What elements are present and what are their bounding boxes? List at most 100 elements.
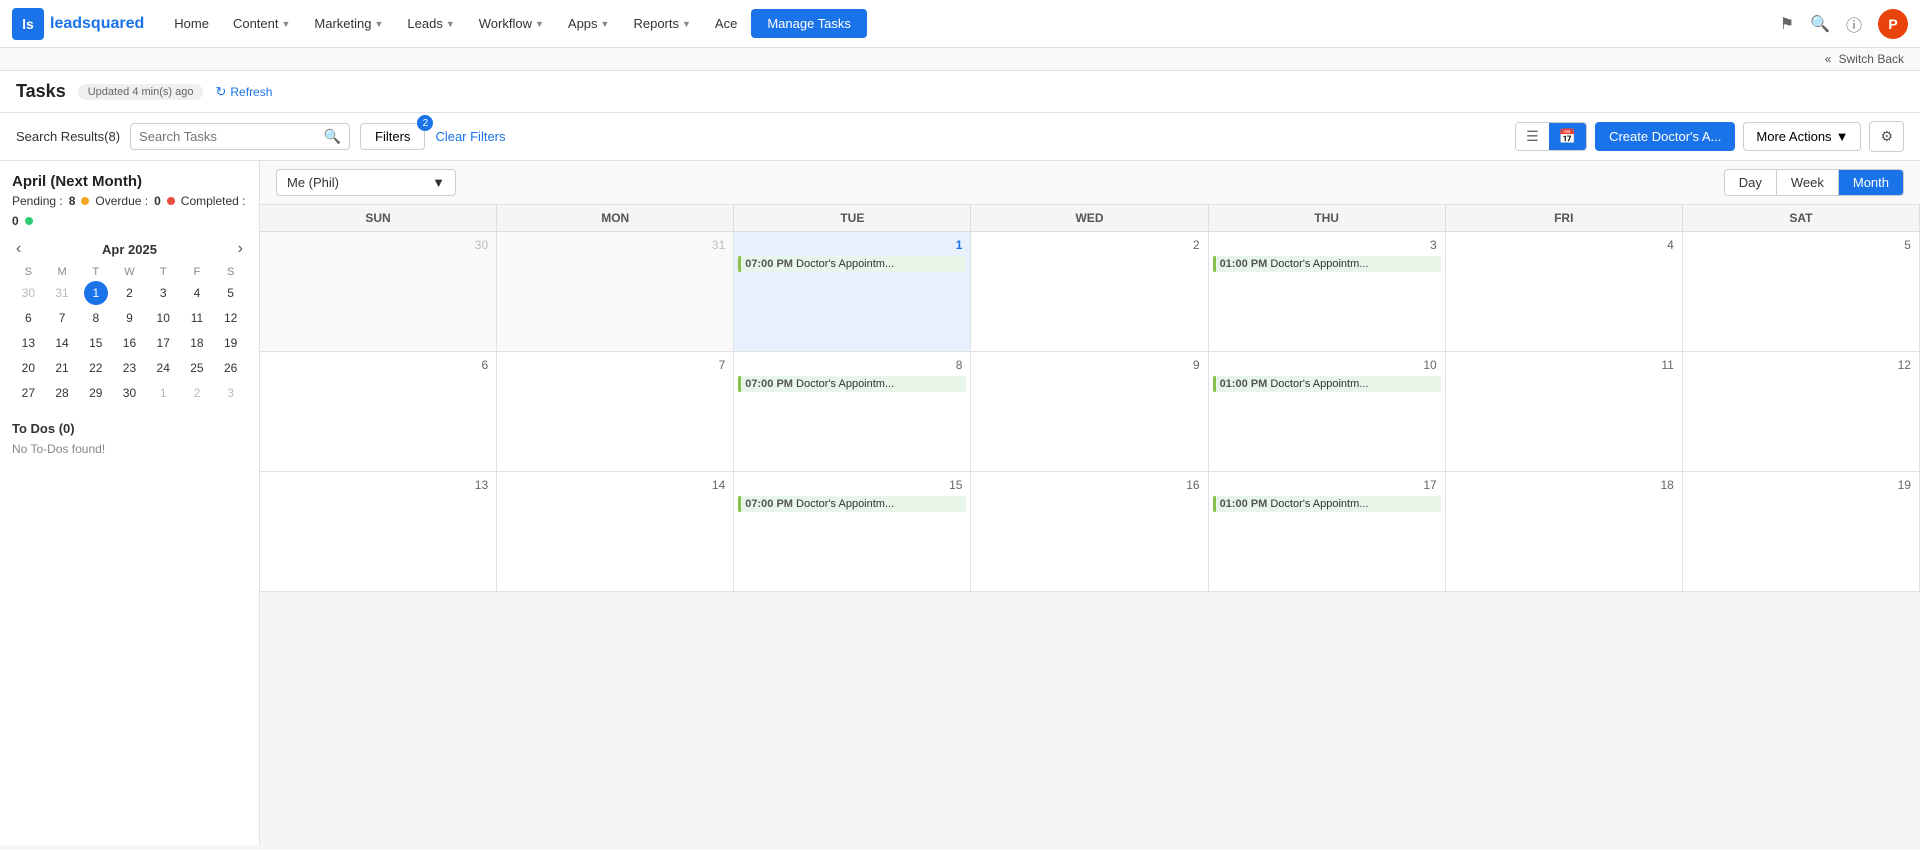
mini-cal-day[interactable]: 21: [50, 356, 74, 380]
mini-cal-day[interactable]: 10: [151, 306, 175, 330]
user-avatar[interactable]: P: [1878, 9, 1908, 39]
cal-cell[interactable]: 2: [971, 232, 1208, 352]
cal-cell[interactable]: 5: [1683, 232, 1920, 352]
cal-cell[interactable]: 19: [1683, 472, 1920, 592]
mini-cal-prev[interactable]: ‹: [12, 240, 25, 258]
mini-cal-dow-5: F: [181, 264, 214, 280]
mini-cal-day[interactable]: 24: [151, 356, 175, 380]
mini-cal-day[interactable]: 20: [16, 356, 40, 380]
mini-cal-day[interactable]: 16: [117, 331, 141, 355]
switch-back-arrow: «: [1825, 52, 1832, 66]
view-mode-toggle: Day Week Month: [1724, 169, 1904, 196]
event-title: Doctor's Appointm...: [796, 378, 894, 390]
left-panel: April (Next Month) Pending : 8 Overdue :…: [0, 161, 260, 845]
cal-cell[interactable]: 4: [1446, 232, 1683, 352]
manage-tasks-button[interactable]: Manage Tasks: [751, 9, 867, 38]
cal-cell[interactable]: 6: [260, 352, 497, 472]
clear-filters-link[interactable]: Clear Filters: [435, 129, 505, 144]
assignee-select[interactable]: Me (Phil) ▼: [276, 169, 456, 196]
list-view-button[interactable]: ☰: [1516, 123, 1549, 150]
calendar-event[interactable]: 01:00 PM Doctor's Appointm...: [1213, 496, 1441, 512]
nav-home[interactable]: Home: [164, 10, 219, 37]
nav-leads[interactable]: Leads▼: [397, 10, 464, 37]
mini-cal-day[interactable]: 17: [151, 331, 175, 355]
mini-cal-day[interactable]: 26: [219, 356, 243, 380]
cal-cell[interactable]: 1507:00 PM Doctor's Appointm...: [734, 472, 971, 592]
calendar-event[interactable]: 01:00 PM Doctor's Appointm...: [1213, 376, 1441, 392]
mini-cal-day[interactable]: 12: [219, 306, 243, 330]
mini-cal-day[interactable]: 11: [185, 306, 209, 330]
cal-cell[interactable]: 107:00 PM Doctor's Appointm...: [734, 232, 971, 352]
day-view-button[interactable]: Day: [1725, 170, 1777, 195]
mini-cal-day[interactable]: 14: [50, 331, 74, 355]
search-icon[interactable]: 🔍: [1810, 14, 1830, 34]
nav-content[interactable]: Content▼: [223, 10, 300, 37]
bookmark-icon[interactable]: ⚑: [1780, 14, 1794, 34]
logo-area[interactable]: ls leadsquared: [12, 8, 144, 40]
more-actions-button[interactable]: More Actions ▼: [1743, 122, 1861, 151]
nav-reports[interactable]: Reports▼: [623, 10, 700, 37]
cal-cell[interactable]: 12: [1683, 352, 1920, 472]
mini-cal-day[interactable]: 25: [185, 356, 209, 380]
mini-cal-day[interactable]: 23: [117, 356, 141, 380]
cal-cell[interactable]: 807:00 PM Doctor's Appointm...: [734, 352, 971, 472]
mini-cal-day[interactable]: 1: [84, 281, 108, 305]
cal-cell[interactable]: 14: [497, 472, 734, 592]
cal-cell[interactable]: 31: [497, 232, 734, 352]
mini-cal-day[interactable]: 3: [219, 381, 243, 405]
week-view-button[interactable]: Week: [1777, 170, 1839, 195]
cal-cell[interactable]: 13: [260, 472, 497, 592]
refresh-button[interactable]: ↻ Refresh: [215, 84, 272, 100]
mini-cal-day[interactable]: 13: [16, 331, 40, 355]
mini-cal-day[interactable]: 9: [117, 306, 141, 330]
mini-cal-next[interactable]: ›: [234, 240, 247, 258]
cal-cell[interactable]: 301:00 PM Doctor's Appointm...: [1209, 232, 1446, 352]
nav-apps[interactable]: Apps▼: [558, 10, 620, 37]
mini-cal-day[interactable]: 27: [16, 381, 40, 405]
cal-cell[interactable]: 1001:00 PM Doctor's Appointm...: [1209, 352, 1446, 472]
mini-cal-day[interactable]: 5: [219, 281, 243, 305]
cal-cell[interactable]: 1701:00 PM Doctor's Appointm...: [1209, 472, 1446, 592]
settings-button[interactable]: ⚙: [1869, 121, 1904, 152]
nav-workflow[interactable]: Workflow▼: [469, 10, 554, 37]
month-view-button[interactable]: Month: [1839, 170, 1903, 195]
cal-cell[interactable]: 18: [1446, 472, 1683, 592]
calendar-event[interactable]: 01:00 PM Doctor's Appointm...: [1213, 256, 1441, 272]
cal-cell[interactable]: 9: [971, 352, 1208, 472]
calendar-event[interactable]: 07:00 PM Doctor's Appointm...: [738, 256, 966, 272]
help-icon[interactable]: ⓘ: [1846, 12, 1862, 36]
mini-cal-day[interactable]: 7: [50, 306, 74, 330]
mini-cal-day[interactable]: 30: [16, 281, 40, 305]
mini-cal-day[interactable]: 3: [151, 281, 175, 305]
cal-cell[interactable]: 30: [260, 232, 497, 352]
cal-cell[interactable]: 11: [1446, 352, 1683, 472]
search-box[interactable]: 🔍: [130, 123, 350, 150]
mini-cal-day[interactable]: 29: [84, 381, 108, 405]
create-doctor-appointment-button[interactable]: Create Doctor's A...: [1595, 122, 1735, 151]
mini-cal-day[interactable]: 6: [16, 306, 40, 330]
calendar-event[interactable]: 07:00 PM Doctor's Appointm...: [738, 376, 966, 392]
calendar-event[interactable]: 07:00 PM Doctor's Appointm...: [738, 496, 966, 512]
mini-cal-day[interactable]: 19: [219, 331, 243, 355]
mini-cal-day[interactable]: 4: [185, 281, 209, 305]
nav-ace[interactable]: Ace: [705, 10, 747, 37]
mini-cal-day[interactable]: 30: [117, 381, 141, 405]
mini-cal-day[interactable]: 31: [50, 281, 74, 305]
mini-cal-day[interactable]: 28: [50, 381, 74, 405]
mini-cal-day[interactable]: 15: [84, 331, 108, 355]
search-input[interactable]: [139, 129, 324, 144]
search-submit-icon[interactable]: 🔍: [324, 128, 341, 145]
mini-cal-day[interactable]: 22: [84, 356, 108, 380]
switch-back-link[interactable]: Switch Back: [1839, 52, 1904, 66]
calendar-view-button[interactable]: 📅: [1549, 123, 1586, 150]
mini-cal-day[interactable]: 1: [151, 381, 175, 405]
cal-cell[interactable]: 16: [971, 472, 1208, 592]
filters-button[interactable]: Filters: [360, 123, 425, 150]
completed-dot: [25, 217, 33, 225]
mini-cal-day[interactable]: 18: [185, 331, 209, 355]
cal-cell[interactable]: 7: [497, 352, 734, 472]
mini-cal-day[interactable]: 2: [185, 381, 209, 405]
nav-marketing[interactable]: Marketing▼: [304, 10, 393, 37]
mini-cal-day[interactable]: 8: [84, 306, 108, 330]
mini-cal-day[interactable]: 2: [117, 281, 141, 305]
